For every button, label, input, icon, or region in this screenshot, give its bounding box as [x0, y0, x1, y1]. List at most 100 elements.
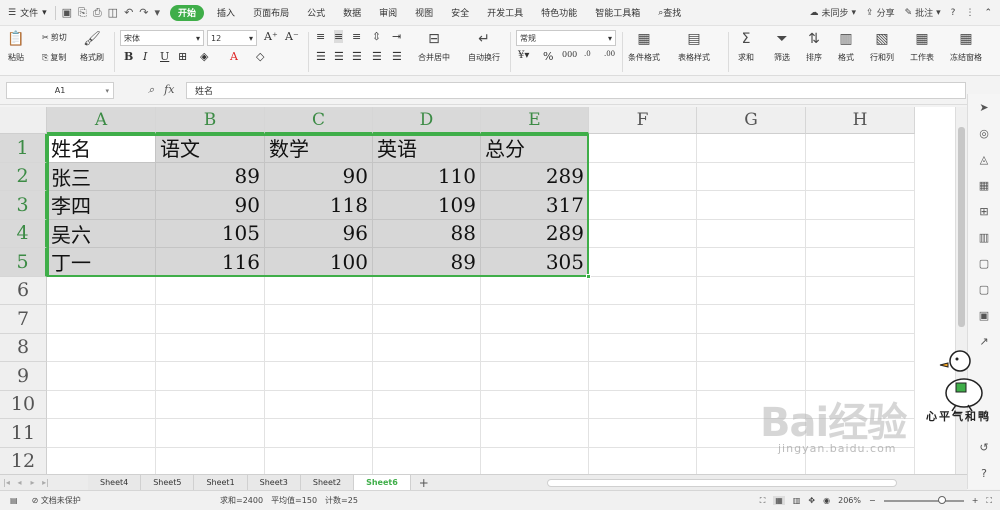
cell-e11[interactable]: [481, 419, 589, 448]
sheet-tab[interactable]: Sheet3: [247, 474, 301, 491]
zoom-slider[interactable]: [883, 495, 964, 504]
cell-c1[interactable]: 数学: [265, 134, 373, 163]
cell-c7[interactable]: [265, 305, 373, 334]
cell-c5[interactable]: 100: [265, 248, 373, 277]
merge-center-button[interactable]: ⊟ 合并居中: [418, 30, 450, 63]
cell-g4[interactable]: [697, 219, 806, 248]
sheet-tab[interactable]: Sheet4: [88, 474, 142, 491]
cell-h7[interactable]: [806, 305, 915, 334]
style-icon[interactable]: ◬: [977, 152, 991, 166]
cell-e6[interactable]: [481, 276, 589, 305]
cell-d9[interactable]: [373, 362, 481, 391]
select-all-corner[interactable]: [0, 107, 47, 134]
underline-icon[interactable]: U: [160, 50, 169, 63]
sort-button[interactable]: ⇅ 排序: [804, 30, 824, 63]
clear-icon[interactable]: ◇: [256, 50, 264, 63]
font-size-select[interactable]: 12 ▾: [207, 30, 257, 46]
next-sheet-icon[interactable]: ▸: [26, 478, 39, 487]
increase-decimal-icon[interactable]: .0: [584, 50, 591, 58]
cell-d7[interactable]: [373, 305, 481, 334]
cell-h1[interactable]: [806, 134, 915, 163]
cell-f6[interactable]: [589, 276, 697, 305]
cell-g2[interactable]: [697, 162, 806, 191]
print-icon[interactable]: ⎙: [93, 6, 102, 20]
cell-a6[interactable]: [47, 276, 156, 305]
row-header-5[interactable]: 5: [0, 248, 47, 277]
search-button[interactable]: ⌕ 查找: [649, 0, 690, 25]
row-header-1[interactable]: 1: [0, 134, 47, 163]
border-icon[interactable]: ⊞: [178, 50, 187, 63]
cell-f2[interactable]: [589, 162, 697, 191]
cell-a1[interactable]: 姓名: [47, 134, 156, 163]
row-header-7[interactable]: 7: [0, 305, 47, 334]
align-center-icon[interactable]: ☰: [334, 50, 344, 63]
indent-icon[interactable]: ⇥: [392, 30, 401, 43]
first-sheet-icon[interactable]: |◂: [0, 478, 13, 487]
cell-b8[interactable]: [156, 333, 265, 362]
eye-protection-icon[interactable]: ◉: [823, 496, 830, 505]
cell-b3[interactable]: 90: [156, 191, 265, 220]
cell-c12[interactable]: [265, 447, 373, 476]
cell-b2[interactable]: 89: [156, 162, 265, 191]
cell-a7[interactable]: [47, 305, 156, 334]
formula-input[interactable]: 姓名: [186, 82, 966, 99]
cell-d3[interactable]: 109: [373, 191, 481, 220]
sync-status[interactable]: ☁ 未同步 ▾: [809, 6, 856, 20]
cell-f8[interactable]: [589, 333, 697, 362]
cell-d8[interactable]: [373, 333, 481, 362]
cell-b7[interactable]: [156, 305, 265, 334]
fill-handle[interactable]: [586, 273, 591, 279]
cell-c8[interactable]: [265, 333, 373, 362]
row-header-11[interactable]: 11: [0, 419, 47, 448]
worksheet-button[interactable]: ▦ 工作表: [910, 30, 934, 63]
cell-e12[interactable]: [481, 447, 589, 476]
cell-c4[interactable]: 96: [265, 219, 373, 248]
sheet-tab-active[interactable]: Sheet6: [354, 474, 411, 491]
cell-a4[interactable]: 吴六: [47, 219, 156, 248]
name-box[interactable]: A1 ▾: [6, 82, 114, 99]
cell-b4[interactable]: 105: [156, 219, 265, 248]
cell-b1[interactable]: 语文: [156, 134, 265, 163]
row-header-4[interactable]: 4: [0, 219, 47, 248]
cell-c9[interactable]: [265, 362, 373, 391]
history-icon[interactable]: ↺: [977, 440, 991, 454]
cell-f4[interactable]: [589, 219, 697, 248]
copy-button[interactable]: ⎘ 复制: [42, 52, 66, 63]
column-header-b[interactable]: B: [156, 107, 265, 134]
zoom-formula-icon[interactable]: ⌕: [148, 83, 154, 97]
cell-a5[interactable]: 丁一: [47, 248, 156, 277]
sidebar-tool-icon[interactable]: ▢: [977, 282, 991, 296]
cell-c11[interactable]: [265, 419, 373, 448]
cell-a9[interactable]: [47, 362, 156, 391]
cell-b12[interactable]: [156, 447, 265, 476]
cell-d2[interactable]: 110: [373, 162, 481, 191]
orientation-icon[interactable]: ⇳: [372, 30, 381, 43]
cell-f10[interactable]: [589, 390, 697, 419]
tab-data[interactable]: 数据: [334, 0, 370, 25]
more-icon[interactable]: ⋮: [965, 8, 974, 18]
currency-icon[interactable]: ¥▾: [518, 50, 529, 61]
cell-f9[interactable]: [589, 362, 697, 391]
cell-e4[interactable]: 289: [481, 219, 589, 248]
document-protection[interactable]: ⊘ 文档未保护: [32, 495, 81, 506]
column-header-d[interactable]: D: [373, 107, 481, 134]
last-sheet-icon[interactable]: ▸|: [39, 478, 52, 487]
tab-smart-toolbox[interactable]: 智能工具箱: [586, 0, 649, 25]
cell-h4[interactable]: [806, 219, 915, 248]
align-middle-icon[interactable]: ≡: [334, 30, 344, 43]
row-header-8[interactable]: 8: [0, 333, 47, 362]
tab-insert[interactable]: 插入: [208, 0, 244, 25]
format-painter-button[interactable]: 🖌 格式刷: [80, 30, 104, 63]
add-sheet-icon[interactable]: +: [411, 476, 437, 490]
cell-e7[interactable]: [481, 305, 589, 334]
prev-sheet-icon[interactable]: ◂: [13, 478, 26, 487]
percent-icon[interactable]: %: [543, 50, 553, 63]
column-header-e[interactable]: E: [481, 107, 589, 134]
zoom-slider-knob[interactable]: [937, 495, 946, 504]
cell-h8[interactable]: [806, 333, 915, 362]
cell-a3[interactable]: 李四: [47, 191, 156, 220]
cell-e8[interactable]: [481, 333, 589, 362]
freeze-panes-button[interactable]: ▦ 冻结窗格: [950, 30, 982, 63]
sum-button[interactable]: Σ 求和: [736, 30, 756, 63]
align-bottom-icon[interactable]: ≡: [352, 30, 361, 43]
